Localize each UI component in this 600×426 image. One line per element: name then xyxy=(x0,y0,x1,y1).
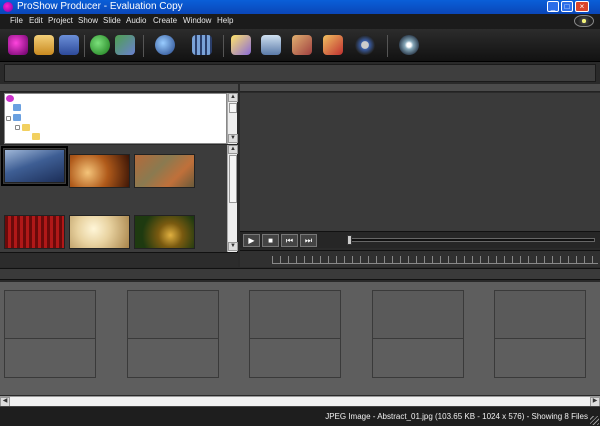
root-icon[interactable] xyxy=(6,95,14,102)
folder-tree[interactable] xyxy=(4,93,227,144)
save-icon[interactable] xyxy=(59,35,79,55)
slide-slot[interactable] xyxy=(249,290,341,378)
scroll-thumb[interactable] xyxy=(229,103,237,113)
slide-frame[interactable] xyxy=(128,291,218,339)
thumbnail[interactable] xyxy=(69,154,130,188)
computer-icon[interactable] xyxy=(13,104,21,111)
toolbar-separator xyxy=(223,35,224,57)
folders-header xyxy=(0,84,238,92)
effects-icon[interactable] xyxy=(231,35,251,55)
timeline-ruler[interactable] xyxy=(272,256,598,264)
file-browser-scrollbar[interactable]: ▲ ▼ xyxy=(227,145,238,252)
proshow-icon[interactable] xyxy=(8,35,28,55)
thumbnail[interactable] xyxy=(1,146,68,186)
slide-slot[interactable] xyxy=(494,290,586,378)
folder-tree-scrollbar[interactable]: ▲ ▼ xyxy=(227,93,238,144)
play-icon[interactable] xyxy=(90,35,110,55)
disc-icon[interactable] xyxy=(399,35,419,55)
app-icon[interactable] xyxy=(3,2,13,12)
scroll-down-icon[interactable]: ▼ xyxy=(228,134,238,143)
file-browser xyxy=(0,145,227,252)
stop-button[interactable]: ■ xyxy=(262,234,279,247)
menu-audio[interactable]: Audio xyxy=(126,16,146,25)
menu-file[interactable]: File xyxy=(10,16,23,25)
captions-icon[interactable] xyxy=(323,35,343,55)
scrubber-handle[interactable] xyxy=(347,235,352,245)
preview-scrubber[interactable] xyxy=(347,238,595,242)
minimize-button[interactable]: _ xyxy=(547,1,559,12)
title-bar: ProShow Producer - Evaluation Copy _ □ × xyxy=(0,0,600,14)
sound-icon[interactable] xyxy=(355,35,375,55)
preview-header xyxy=(240,84,600,92)
drive-icon[interactable] xyxy=(13,114,21,121)
next-button[interactable]: ⏭ xyxy=(300,234,317,247)
publish-icon[interactable] xyxy=(155,35,175,55)
thumbnail[interactable] xyxy=(69,215,130,249)
scroll-down-icon[interactable]: ▼ xyxy=(228,242,238,251)
window-title: ProShow Producer - Evaluation Copy xyxy=(17,1,183,12)
thumbnail[interactable] xyxy=(134,154,195,188)
toolbar-separator xyxy=(143,35,144,57)
resize-grip-icon[interactable] xyxy=(590,416,599,425)
slide-slot[interactable] xyxy=(372,290,464,378)
thumbnail[interactable] xyxy=(134,215,195,249)
expand-icon[interactable] xyxy=(6,116,11,121)
slide-frame[interactable] xyxy=(250,291,340,339)
menu-project[interactable]: Project xyxy=(48,16,73,25)
slide-frame[interactable] xyxy=(5,291,95,339)
folder-icon[interactable] xyxy=(22,124,30,131)
preview-area xyxy=(240,93,600,231)
menu-slide[interactable]: Slide xyxy=(103,16,121,25)
previous-button[interactable]: ⏮ xyxy=(281,234,298,247)
menu-help[interactable]: Help xyxy=(217,16,233,25)
slide-list[interactable] xyxy=(0,282,600,395)
slide-list-scrollbar[interactable]: ◀ ▶ xyxy=(0,396,600,407)
close-button[interactable]: × xyxy=(575,1,589,12)
movie-icon[interactable] xyxy=(192,35,212,55)
scroll-up-icon[interactable]: ▲ xyxy=(228,93,238,102)
toolbar xyxy=(0,29,600,62)
toolbar-separator xyxy=(84,35,85,57)
toolbar-separator xyxy=(387,35,388,57)
slide-list-header xyxy=(0,268,600,280)
expand-icon[interactable] xyxy=(15,125,20,130)
menu-bar: File Edit Project Show Slide Audio Creat… xyxy=(0,14,600,29)
playback-controls: ▶ ■ ⏮ ⏭ xyxy=(240,231,600,248)
slide-options-icon[interactable] xyxy=(261,35,281,55)
slide-slot[interactable] xyxy=(4,290,96,378)
play-button[interactable]: ▶ xyxy=(243,234,260,247)
scroll-up-icon[interactable]: ▲ xyxy=(228,145,238,154)
menu-window[interactable]: Window xyxy=(183,16,211,25)
folder-path-bar xyxy=(4,64,596,82)
status-bar: JPEG Image - Abstract_01.jpg (103.65 KB … xyxy=(0,406,600,426)
eye-icon[interactable] xyxy=(574,15,594,27)
scroll-thumb[interactable] xyxy=(229,155,237,203)
folder-icon[interactable] xyxy=(32,133,40,140)
maximize-button[interactable]: □ xyxy=(561,1,573,12)
slide-frame[interactable] xyxy=(495,291,585,339)
thumbnail[interactable] xyxy=(4,215,65,249)
preview-icon[interactable] xyxy=(115,35,135,55)
image-options-icon[interactable] xyxy=(292,35,312,55)
menu-show[interactable]: Show xyxy=(78,16,98,25)
slide-frame[interactable] xyxy=(373,291,463,339)
status-text: JPEG Image - Abstract_01.jpg (103.65 KB … xyxy=(325,412,588,421)
browser-footer xyxy=(0,252,238,267)
menu-edit[interactable]: Edit xyxy=(29,16,43,25)
slide-slot[interactable] xyxy=(127,290,219,378)
menu-create[interactable]: Create xyxy=(153,16,177,25)
open-icon[interactable] xyxy=(34,35,54,55)
